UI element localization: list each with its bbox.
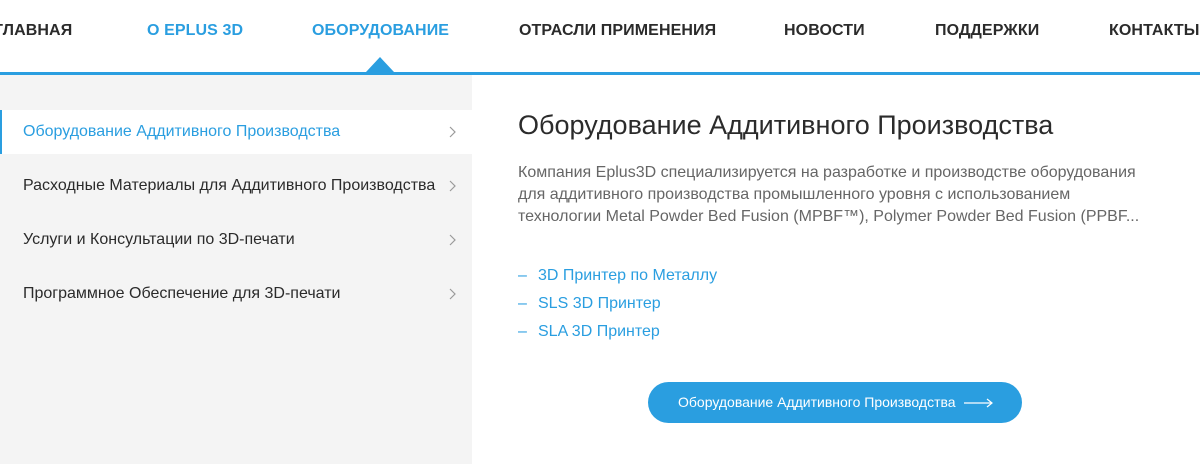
sidebar-item-materials[interactable]: Расходные Материалы для Аддитивного Прои… [0, 164, 472, 208]
nav-item-support[interactable]: ПОДДЕРЖКИ [935, 22, 1039, 40]
sidebar-item-additive-equipment[interactable]: Оборудование Аддитивного Производства [0, 110, 472, 154]
chevron-right-icon [449, 288, 456, 300]
nav-item-industries[interactable]: ОТРАСЛИ ПРИМЕНЕНИЯ [519, 22, 716, 40]
sidebar-item-services[interactable]: Услуги и Консультации по 3D-печати [0, 218, 472, 262]
sidebar-item-label: Расходные Материалы для Аддитивного Прои… [23, 177, 436, 194]
chevron-right-icon [449, 180, 456, 192]
link-label: SLA 3D Принтер [538, 323, 660, 340]
description: Компания Eplus3D специализируется на раз… [518, 162, 1148, 228]
link-label: 3D Принтер по Металлу [538, 267, 718, 284]
description-line: Компания Eplus3D специализируется на раз… [518, 164, 1136, 181]
description-line: технологии Metal Powder Bed Fusion (MPBF… [518, 208, 1140, 225]
long-arrow-right-icon [964, 398, 993, 408]
chevron-right-icon [449, 126, 456, 138]
page-title: Оборудование Аддитивного Производства [518, 110, 1054, 140]
nav-item-news[interactable]: НОВОСТИ [784, 22, 865, 40]
list-dash: – [518, 295, 527, 312]
active-nav-caret-icon [366, 57, 394, 72]
nav-item-equipment[interactable]: ОБОРУДОВАНИЕ [312, 22, 449, 40]
link-label: SLS 3D Принтер [538, 295, 661, 312]
link-metal-3d-printer[interactable]: –3D Принтер по Металлу [518, 267, 717, 285]
sidebar-item-label: Услуги и Консультации по 3D-печати [23, 231, 295, 248]
link-sla-3d-printer[interactable]: – SLA 3D Принтер [518, 323, 660, 341]
sidebar-item-software[interactable]: Программное Обеспечение для 3D-печати [0, 272, 472, 316]
sidebar-menu: Оборудование Аддитивного Производства Ра… [0, 75, 472, 464]
nav-item-home[interactable]: ГЛАВНАЯ [0, 22, 72, 40]
nav-item-contacts[interactable]: КОНТАКТЫ [1109, 22, 1200, 40]
description-line: для аддитивного производства промышленно… [518, 186, 1071, 203]
nav-item-about[interactable]: О EPLUS 3D [147, 22, 243, 40]
top-navigation: ГЛАВНАЯ О EPLUS 3D ОБОРУДОВАНИЕ ОТРАСЛИ … [0, 0, 1200, 72]
list-dash: – [518, 323, 527, 340]
link-sls-3d-printer[interactable]: – SLS 3D Принтер [518, 295, 661, 313]
cta-label: Оборудование Аддитивного Производства [678, 394, 956, 410]
chevron-right-icon [449, 234, 456, 246]
sidebar-item-label: Оборудование Аддитивного Производства [23, 123, 341, 140]
sidebar-item-label: Программное Обеспечение для 3D-печати [23, 285, 341, 302]
equipment-cta-button[interactable]: Оборудование Аддитивного Производства [648, 382, 1022, 423]
list-dash: – [518, 267, 527, 284]
